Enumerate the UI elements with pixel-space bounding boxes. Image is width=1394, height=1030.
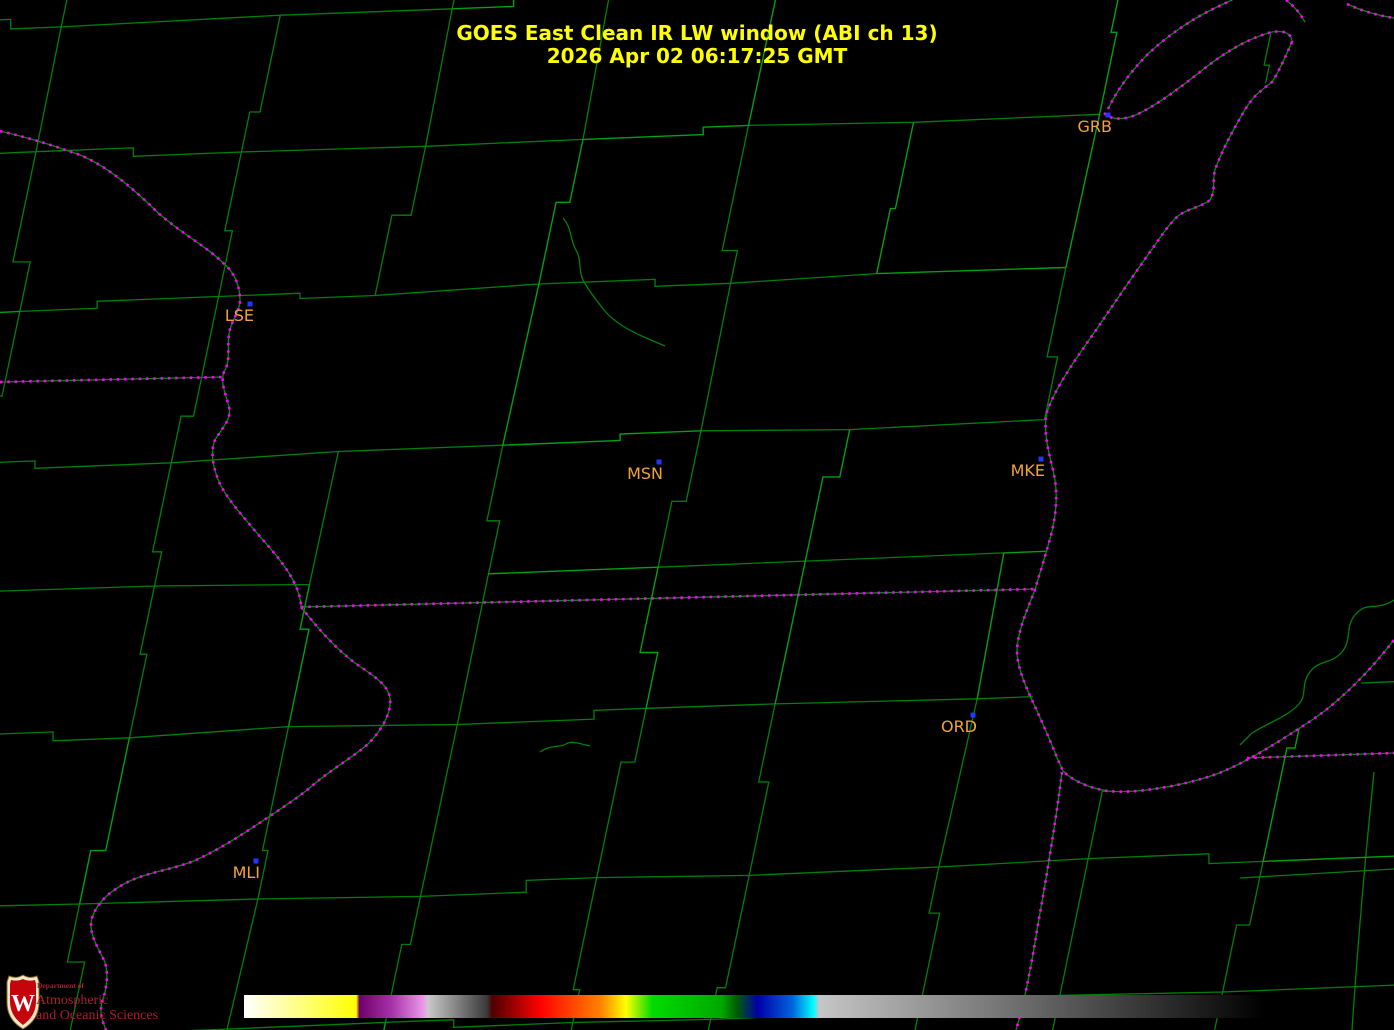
- station-MSN: MSN: [627, 459, 663, 483]
- map-background: [0, 0, 1394, 1030]
- station-MLI: MLI: [233, 858, 260, 882]
- image-timestamp: 2026 Apr 02 06:17:25 GMT: [547, 44, 848, 68]
- satellite-image-viewport: LSE GRB MSN MKE ORD MLI GOES East Clean IR LW…: [0, 0, 1394, 1030]
- station-LSE: LSE: [225, 301, 254, 325]
- ir-colorbar: [244, 995, 1265, 1018]
- goes-ir-map: LSE GRB MSN MKE ORD MLI GOES East Clean IR LW…: [0, 0, 1394, 1030]
- logo-dept-label: Department of: [37, 981, 84, 990]
- station-label: LSE: [225, 306, 254, 325]
- station-MKE: MKE: [1011, 456, 1045, 480]
- logo-name-line1: Atmospheric: [36, 993, 108, 1008]
- station-label: MSN: [627, 464, 663, 483]
- station-ORD: ORD: [941, 712, 977, 736]
- station-GRB: GRB: [1078, 112, 1113, 136]
- station-label: MLI: [233, 863, 260, 882]
- logo-name-line2: and Oceanic Sciences: [36, 1008, 158, 1023]
- station-label: GRB: [1078, 117, 1113, 136]
- image-title: GOES East Clean IR LW window (ABI ch 13): [456, 21, 937, 45]
- station-label: ORD: [941, 717, 977, 736]
- crest-letter: W: [11, 991, 35, 1017]
- station-label: MKE: [1011, 461, 1045, 480]
